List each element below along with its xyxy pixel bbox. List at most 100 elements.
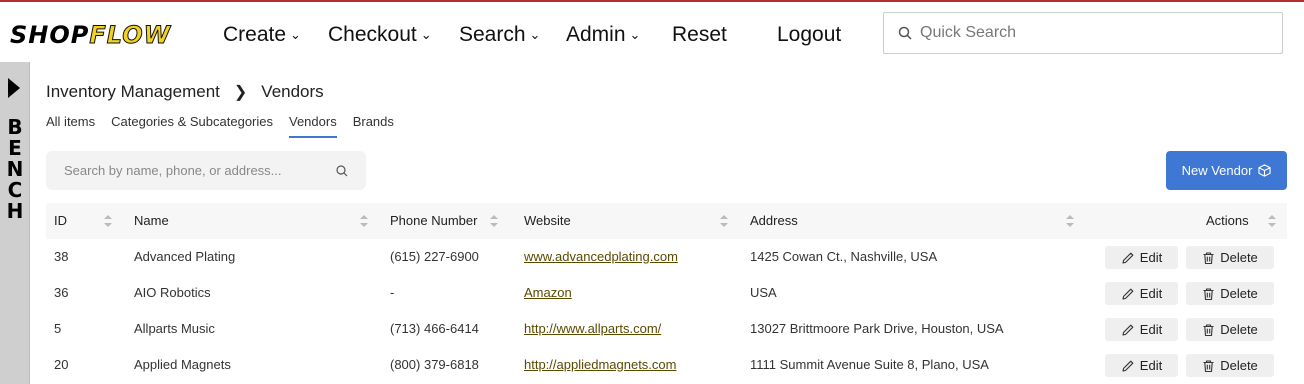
expand-arrow-icon[interactable] xyxy=(8,78,20,98)
cell-website: Amazon xyxy=(524,275,572,311)
edit-button[interactable]: Edit xyxy=(1105,318,1178,341)
column-header-website[interactable]: Website xyxy=(524,203,571,239)
sort-icon[interactable] xyxy=(490,215,498,227)
breadcrumb-parent[interactable]: Inventory Management xyxy=(46,82,220,102)
nav-create-menu[interactable]: Create ⌄ xyxy=(223,22,301,48)
sort-icon[interactable] xyxy=(104,215,112,227)
cell-name: Applied Magnets xyxy=(134,357,231,372)
website-link[interactable]: http://www.allparts.com/ xyxy=(524,321,661,336)
vendor-search-input[interactable] xyxy=(64,163,324,178)
cell-id: 36 xyxy=(54,285,69,300)
pencil-icon xyxy=(1122,288,1134,300)
column-header-address[interactable]: Address xyxy=(750,203,798,239)
delete-label: Delete xyxy=(1220,358,1258,373)
tab-all-items[interactable]: All items xyxy=(46,114,95,138)
chevron-down-icon: ⌄ xyxy=(529,27,541,42)
bench-letter: E xyxy=(8,136,22,160)
new-vendor-button[interactable]: New Vendor xyxy=(1166,151,1287,190)
pencil-icon xyxy=(1122,324,1134,336)
tab-bar: All items Categories & Subcategories Ven… xyxy=(46,114,410,138)
website-link[interactable]: http://appliedmagnets.com xyxy=(524,357,676,372)
nav-logout-link[interactable]: Logout xyxy=(777,22,841,48)
tab-brands[interactable]: Brands xyxy=(353,114,394,138)
chevron-down-icon: ⌄ xyxy=(629,27,641,42)
chevron-down-icon: ⌄ xyxy=(290,27,301,42)
pencil-icon xyxy=(1122,252,1134,264)
logo-text-flow: FLOW xyxy=(89,21,172,50)
nav-logout-label: Logout xyxy=(777,23,842,46)
sort-icon[interactable] xyxy=(720,215,728,227)
nav-search-label: Search xyxy=(459,23,526,46)
cell-address: 13027 Brittmoore Park Drive, Houston, US… xyxy=(750,321,1004,336)
website-link[interactable]: Amazon xyxy=(524,285,572,300)
nav-admin-label: Admin xyxy=(566,23,626,46)
cell-id: 5 xyxy=(54,321,62,336)
cell-phone: (713) 466-6414 xyxy=(390,321,479,336)
edit-label: Edit xyxy=(1139,322,1163,337)
trash-icon xyxy=(1203,359,1214,372)
cell-name: AIO Robotics xyxy=(134,285,211,300)
cell-address: 1425 Cowan Ct., Nashville, USA xyxy=(750,249,938,264)
delete-label: Delete xyxy=(1220,322,1258,337)
cell-address: USA xyxy=(750,285,777,300)
delete-label: Delete xyxy=(1220,286,1258,301)
edit-button[interactable]: Edit xyxy=(1105,354,1178,377)
edit-label: Edit xyxy=(1139,358,1163,373)
cell-phone: (800) 379-6818 xyxy=(390,357,479,372)
delete-label: Delete xyxy=(1220,250,1258,265)
search-icon xyxy=(898,26,912,40)
top-navbar: SHOPFLOW Create ⌄ Checkout ⌄ Search ⌄ Admin… xyxy=(0,0,1304,62)
column-header-name[interactable]: Name xyxy=(134,203,169,239)
sort-icon[interactable] xyxy=(1268,215,1276,227)
nav-create-label: Create xyxy=(223,23,287,46)
cell-website: http://appliedmagnets.com xyxy=(524,347,676,383)
edit-label: Edit xyxy=(1139,250,1163,265)
edit-button[interactable]: Edit xyxy=(1105,246,1178,269)
sort-icon[interactable] xyxy=(1066,215,1074,227)
column-header-id[interactable]: ID xyxy=(54,203,67,239)
search-icon[interactable] xyxy=(336,164,348,177)
bench-letter: H xyxy=(6,199,24,223)
breadcrumb-current: Vendors xyxy=(261,82,324,101)
bench-label: B E N C H xyxy=(0,117,30,222)
cell-phone: (615) 227-6900 xyxy=(390,249,479,264)
nav-reset-label: Reset xyxy=(672,23,727,46)
nav-reset-link[interactable]: Reset xyxy=(672,22,727,48)
cell-website: www.advancedplating.com xyxy=(524,239,678,275)
chevron-down-icon: ⌄ xyxy=(420,27,432,42)
vendor-search-box[interactable] xyxy=(46,151,366,190)
chevron-right-icon: ❯ xyxy=(233,84,248,101)
tab-vendors[interactable]: Vendors xyxy=(289,114,337,138)
logo-text-shop: SHOP xyxy=(10,21,90,49)
table-row: 38 Advanced Plating (615) 227-6900 www.a… xyxy=(46,239,1287,275)
column-header-phone[interactable]: Phone Number xyxy=(390,203,477,239)
pencil-icon xyxy=(1122,360,1134,372)
box-icon xyxy=(1258,164,1272,177)
nav-search-menu[interactable]: Search ⌄ xyxy=(459,22,540,48)
delete-button[interactable]: Delete xyxy=(1186,318,1274,341)
column-header-actions: Actions xyxy=(1206,213,1249,228)
cell-name: Allparts Music xyxy=(134,321,215,336)
cell-address: 1111 Summit Avenue Suite 8, Plano, USA xyxy=(750,357,989,372)
new-vendor-label: New Vendor xyxy=(1181,163,1253,178)
shopflow-logo[interactable]: SHOPFLOW xyxy=(10,20,171,50)
quick-search-box[interactable] xyxy=(883,12,1283,54)
nav-admin-menu[interactable]: Admin ⌄ xyxy=(566,22,640,48)
table-row: 20 Applied Magnets (800) 379-6818 http:/… xyxy=(46,347,1287,383)
edit-button[interactable]: Edit xyxy=(1105,282,1178,305)
cell-id: 38 xyxy=(54,249,69,264)
quick-search-input[interactable] xyxy=(920,24,1260,42)
delete-button[interactable]: Delete xyxy=(1186,282,1274,305)
table-row: 5 Allparts Music (713) 466-6414 http://w… xyxy=(46,311,1287,347)
bench-sidebar-toggle[interactable]: B E N C H xyxy=(0,62,30,384)
delete-button[interactable]: Delete xyxy=(1186,246,1274,269)
cell-website: http://www.allparts.com/ xyxy=(524,311,661,347)
cell-name: Advanced Plating xyxy=(134,249,236,264)
bench-letter: N xyxy=(6,157,24,181)
tab-categories[interactable]: Categories & Subcategories xyxy=(111,114,273,138)
sort-icon[interactable] xyxy=(360,215,368,227)
nav-checkout-menu[interactable]: Checkout ⌄ xyxy=(328,22,432,48)
delete-button[interactable]: Delete xyxy=(1186,354,1274,377)
breadcrumb: Inventory Management ❯ Vendors xyxy=(46,82,324,102)
website-link[interactable]: www.advancedplating.com xyxy=(524,249,678,264)
